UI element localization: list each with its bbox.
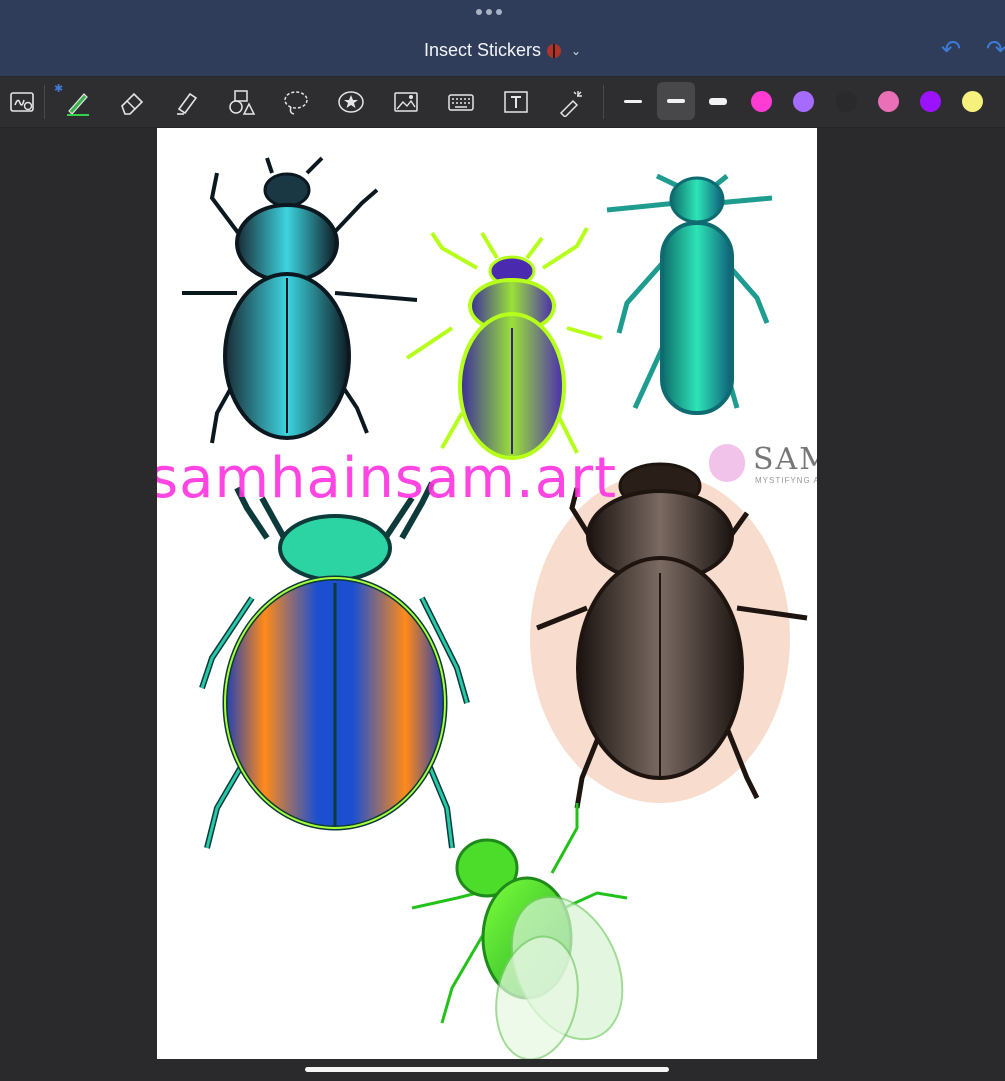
home-indicator[interactable] [305, 1067, 669, 1072]
zoom-window-icon[interactable] [5, 86, 39, 118]
beetle-brown-dung [530, 462, 808, 809]
color-swatch-lavender[interactable] [793, 91, 814, 112]
toolbar-separator [603, 85, 604, 119]
laser-pointer-icon[interactable] [554, 86, 588, 118]
stroke-size-thick[interactable] [699, 82, 737, 120]
eraser-icon[interactable] [115, 86, 149, 118]
multitasking-grabber[interactable] [476, 9, 502, 15]
sticker-icon[interactable] [334, 86, 368, 118]
document-title: Insect Stickers [423, 40, 541, 60]
drawing-toolbar: ✱ [0, 77, 1005, 128]
artist-logo: SAM MYSTIFYNG ARTIST [709, 440, 817, 490]
text-box-icon[interactable] [499, 86, 533, 118]
color-swatch-magenta[interactable] [751, 91, 772, 112]
chevron-down-icon: ⌄ [570, 44, 582, 58]
redo-icon[interactable]: ↷ [986, 38, 1005, 62]
insect-artwork [182, 156, 808, 1059]
beetle-rainbow-chrysomelid [199, 481, 470, 849]
beetle-purple-lime [405, 227, 603, 460]
toolbar-separator [44, 85, 45, 119]
logo-name: SAM [753, 442, 817, 477]
title-bar: Insect Stickers ⌄ ↶ ↷ [0, 0, 1005, 76]
keyboard-icon[interactable] [444, 86, 478, 118]
image-icon[interactable] [389, 86, 423, 118]
stroke-size-medium[interactable] [657, 82, 695, 120]
pen-icon[interactable] [61, 86, 95, 118]
color-swatch-purple[interactable] [920, 91, 941, 112]
undo-icon[interactable]: ↶ [941, 38, 961, 62]
skull-logo-icon [709, 444, 745, 482]
watermark-text: samhainsam.art [157, 446, 618, 511]
beetle-emerald-long [606, 173, 773, 415]
drawing-page[interactable]: samhainsam.art SAM MYSTIFYNG ARTIST [157, 128, 817, 1059]
color-swatch-pink[interactable] [878, 91, 899, 112]
color-swatch-yellow[interactable] [962, 91, 983, 112]
document-title-menu[interactable]: Insect Stickers ⌄ [0, 38, 1005, 63]
lasso-icon[interactable] [279, 86, 313, 118]
shapes-icon[interactable] [224, 86, 258, 118]
beetle-dark-teal [182, 156, 418, 444]
color-swatch-black[interactable] [836, 91, 857, 112]
ladybug-icon [546, 44, 561, 58]
fly-green [411, 803, 628, 1059]
stroke-size-thin[interactable] [614, 82, 652, 120]
highlighter-icon[interactable] [170, 86, 204, 118]
logo-tagline: MYSTIFYNG ARTIST [755, 476, 817, 485]
